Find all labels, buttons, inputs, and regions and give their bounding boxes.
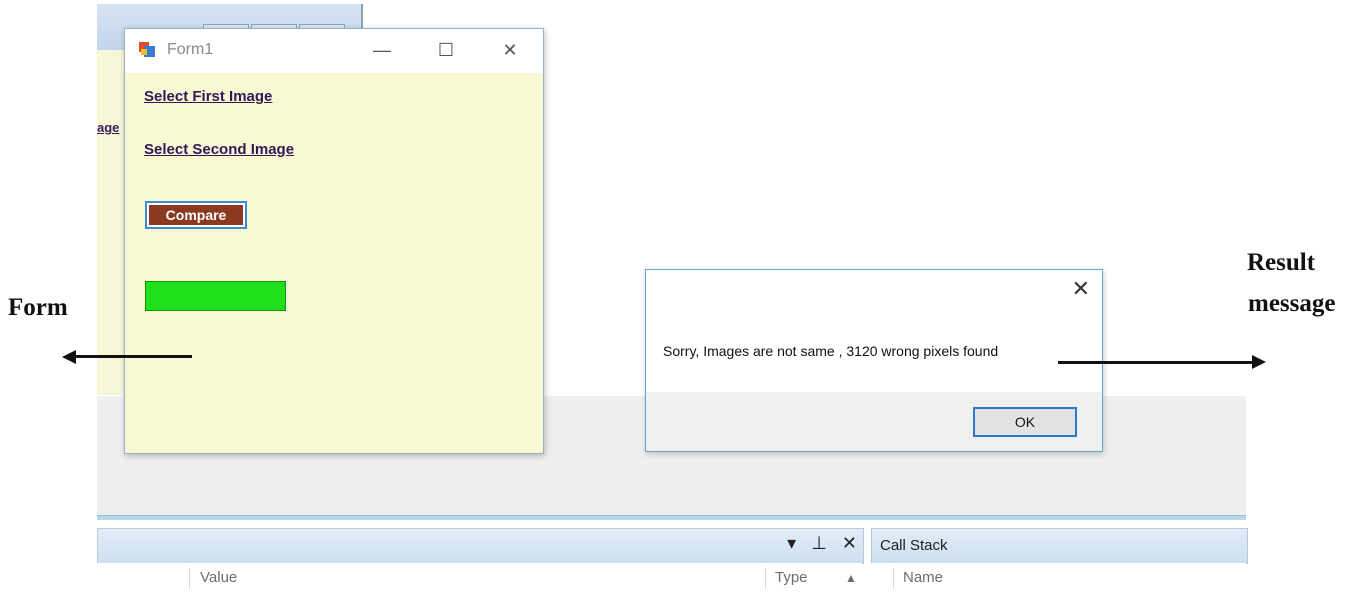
ok-button[interactable]: OK <box>973 407 1077 437</box>
locals-panel-header: ▾ ⊥ ✕ <box>97 528 864 564</box>
callstack-column-headers: Name <box>871 563 1246 593</box>
background-partial-link: age <box>97 120 120 135</box>
compare-button-focus: Compare <box>145 201 247 229</box>
form1-window: Form1 — ☐ ✕ Select First Image Select Se… <box>124 28 544 454</box>
arrowhead-left-icon <box>62 350 76 364</box>
column-separator[interactable] <box>189 567 190 589</box>
form-title: Form1 <box>167 41 214 58</box>
result-message-box: ✕ Sorry, Images are not same , 3120 wron… <box>645 269 1103 452</box>
column-header-name[interactable]: Name <box>903 569 943 586</box>
form1-titlebar[interactable]: Form1 — ☐ ✕ <box>125 29 543 73</box>
pin-icon[interactable]: ⊥ <box>811 533 827 554</box>
close-icon[interactable]: ✕ <box>1072 276 1090 302</box>
annotation-result-label-line2: message <box>1248 290 1336 317</box>
maximize-icon[interactable]: ☐ <box>429 37 463 63</box>
callstack-panel-title: Call Stack <box>880 537 948 554</box>
annotation-result-arrow <box>1058 361 1254 364</box>
form-app-icon <box>139 42 155 57</box>
annotation-result-label-line1: Result <box>1247 249 1316 276</box>
message-text: Sorry, Images are not same , 3120 wrong … <box>663 343 999 359</box>
arrowhead-right-icon <box>1252 355 1266 369</box>
annotation-form-label: Form <box>8 294 68 321</box>
background-designer-body <box>97 50 127 395</box>
dropdown-arrow-icon[interactable]: ▾ <box>787 533 796 554</box>
select-second-image-link[interactable]: Select Second Image <box>144 141 294 158</box>
annotation-form-arrow <box>74 355 192 358</box>
locals-column-headers: Value Type ▲ <box>97 563 862 593</box>
progress-bar <box>145 281 286 311</box>
ide-splitter[interactable] <box>97 515 1246 520</box>
column-separator[interactable] <box>893 567 894 589</box>
message-footer: OK <box>646 392 1102 451</box>
compare-button[interactable]: Compare <box>149 205 243 225</box>
panel-icon-group: ▾ ⊥ ✕ <box>777 533 857 554</box>
column-header-value[interactable]: Value <box>200 569 237 586</box>
column-header-type[interactable]: Type <box>775 569 808 586</box>
callstack-panel-header: Call Stack <box>871 528 1248 564</box>
select-first-image-link[interactable]: Select First Image <box>144 88 272 105</box>
scroll-up-icon[interactable]: ▲ <box>845 571 857 585</box>
close-icon[interactable]: ✕ <box>493 37 527 63</box>
minimize-icon[interactable]: — <box>365 37 399 63</box>
column-separator[interactable] <box>765 567 766 589</box>
close-icon[interactable]: ✕ <box>842 533 857 554</box>
